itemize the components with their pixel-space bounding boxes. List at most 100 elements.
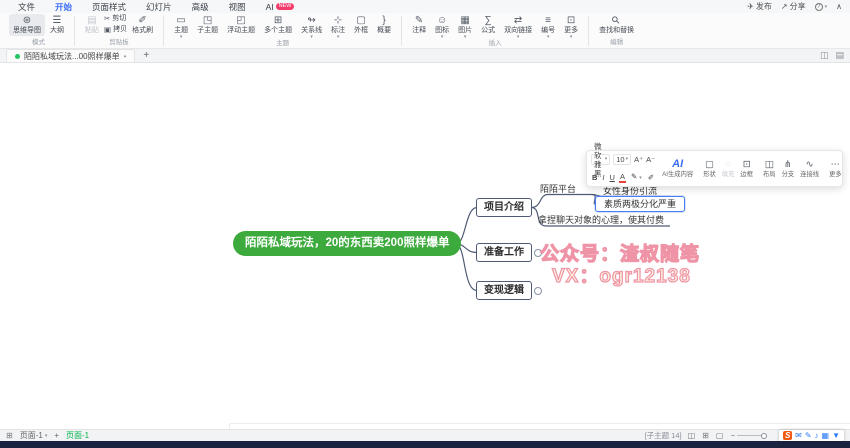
zoom-out-icon: − bbox=[730, 431, 735, 440]
ime-more-icon[interactable]: ▼ bbox=[832, 431, 840, 441]
shape-button[interactable]: ▢形状 bbox=[700, 153, 719, 184]
fit-screen-button[interactable]: ▢ bbox=[716, 431, 724, 440]
multi-topic-label: 多个主题 bbox=[264, 27, 292, 35]
zoom-slider-track[interactable] bbox=[737, 435, 765, 436]
multi-topic-button[interactable]: ⊞多个主题 bbox=[260, 14, 296, 36]
summary-button[interactable]: }概要 bbox=[373, 14, 395, 36]
caret-down-icon: ▾ bbox=[45, 433, 48, 439]
layout-button[interactable]: ◫布局 bbox=[760, 153, 779, 184]
add-page-button[interactable]: + bbox=[54, 431, 59, 440]
note-icon: ✎ bbox=[415, 15, 423, 27]
increase-font-button[interactable]: A⁺ bbox=[634, 155, 643, 164]
subtopic-psychology-pay[interactable]: 拿捏聊天对象的心理，使其付费 bbox=[538, 215, 664, 225]
page-list-button[interactable]: ⊞ bbox=[6, 431, 13, 440]
bold-button[interactable]: B bbox=[591, 173, 598, 182]
copy-button[interactable]: ▣拷贝 bbox=[104, 25, 127, 34]
relation-line-button[interactable]: ↬关系线▾ bbox=[297, 14, 326, 40]
font-size-value: 10 bbox=[616, 155, 624, 164]
caret-down-icon: ▾ bbox=[180, 35, 183, 39]
menu-file[interactable]: 文件 bbox=[8, 1, 45, 13]
connector-button[interactable]: ∿连接线 bbox=[797, 153, 822, 184]
ime-keyboard-icon[interactable]: ▦ bbox=[822, 431, 830, 441]
border-icon: ⊡ bbox=[743, 159, 751, 170]
grid-view-icon: ⊞ bbox=[702, 431, 709, 440]
page-menu[interactable]: 页面-1▾ bbox=[20, 430, 48, 441]
new-tab-button[interactable]: + bbox=[143, 50, 149, 61]
subtopic-quality-polarized-selected[interactable]: 素质两极分化严重 bbox=[595, 196, 685, 212]
more-format-button[interactable]: ⋯更多 bbox=[826, 153, 845, 184]
zoom-slider[interactable]: − bbox=[730, 431, 765, 440]
branch-node-monetization[interactable]: 变现逻辑 bbox=[476, 281, 532, 300]
outline-mode-button[interactable]: ☰大纲 bbox=[46, 14, 68, 36]
caret-down-icon: ▾ bbox=[310, 35, 313, 39]
subtopic-button[interactable]: ◳子主题 bbox=[193, 14, 222, 36]
collapse-badge[interactable] bbox=[534, 287, 542, 295]
highlight-pen-button[interactable]: ✎▾ bbox=[629, 172, 644, 183]
help-caret-icon: ▾ bbox=[825, 4, 828, 10]
page-tab-active[interactable]: 页面-1 bbox=[66, 430, 89, 441]
hyperlink-button[interactable]: ⇄双向链接▾ bbox=[500, 14, 536, 40]
underline-button[interactable]: U bbox=[609, 173, 616, 182]
ime-chat-icon[interactable]: ✉ bbox=[795, 431, 802, 441]
page-view-button[interactable]: ◫ bbox=[688, 431, 696, 440]
format-brush-button[interactable]: ✐ bbox=[647, 173, 655, 182]
image-button[interactable]: ▦图片▾ bbox=[454, 14, 476, 40]
menu-view[interactable]: 视图 bbox=[219, 1, 256, 13]
subtopic-female-identity[interactable]: 女性身份引流 bbox=[603, 186, 657, 196]
decrease-font-button[interactable]: A⁻ bbox=[646, 155, 655, 164]
ribbon-group-edit: ⚲查找和替换 编辑 bbox=[592, 14, 641, 48]
font-family-select[interactable]: 微软雅黑▾ bbox=[591, 154, 610, 165]
menu-advanced[interactable]: 高级 bbox=[182, 1, 219, 13]
app-window: 文件 开始 页面样式 幻灯片 高级 视图 AINEW ✈发布 ↗分享 ?▾ ∧ … bbox=[0, 0, 850, 448]
document-tab[interactable]: 陌陌私域玩法...00照样爆单 • bbox=[6, 49, 135, 62]
zoom-slider-knob[interactable] bbox=[761, 433, 767, 439]
panel-toggle-icon[interactable]: ▤ bbox=[835, 50, 844, 61]
insert-icon-button[interactable]: ☺图标▾ bbox=[431, 14, 453, 40]
formula-button[interactable]: ∑公式 bbox=[477, 14, 499, 36]
paste-button[interactable]: ▤粘贴 bbox=[81, 14, 103, 36]
copy-label: 拷贝 bbox=[113, 25, 127, 34]
fill-icon: ◌ bbox=[725, 159, 731, 170]
share-button[interactable]: ↗分享 bbox=[781, 1, 806, 12]
menu-ai[interactable]: AINEW bbox=[256, 2, 305, 12]
format-painter-button[interactable]: ✐格式刷 bbox=[128, 14, 157, 36]
font-size-select[interactable]: 10▾ bbox=[613, 154, 631, 165]
font-color-button[interactable]: A bbox=[619, 173, 626, 183]
menu-page-style[interactable]: 页面样式 bbox=[82, 1, 136, 13]
split-view-icon[interactable]: ◫ bbox=[820, 50, 829, 61]
page-menu-label: 页面-1 bbox=[20, 430, 43, 441]
cut-label: 剪切 bbox=[112, 14, 126, 23]
input-method-toolbar: S ✉ ✎ ♪ ▦ ▼ bbox=[779, 430, 844, 441]
numbering-button[interactable]: ≡编号▾ bbox=[537, 14, 559, 40]
grid-view-button[interactable]: ⊞ bbox=[702, 431, 709, 440]
subtopic-momo-platform[interactable]: 陌陌平台 bbox=[540, 184, 576, 194]
central-topic-node[interactable]: 陌陌私域玩法，20的东西卖200照样爆单 bbox=[233, 231, 461, 256]
mindmap-mode-button[interactable]: ⊛思维导图 bbox=[9, 14, 45, 36]
branch-node-preparation[interactable]: 准备工作 bbox=[476, 243, 532, 262]
help-button[interactable]: ?▾ bbox=[815, 3, 828, 11]
find-replace-button[interactable]: ⚲查找和替换 bbox=[595, 14, 638, 36]
mindmap-canvas[interactable]: 陌陌私域玩法，20的东西卖200照样爆单 项目介绍 准备工作 变现逻辑 陌陌平台… bbox=[0, 63, 850, 429]
image-icon: ▦ bbox=[460, 15, 469, 27]
floating-topic-button[interactable]: ◰浮动主题 bbox=[223, 14, 259, 36]
branch-node-project-intro[interactable]: 项目介绍 bbox=[476, 198, 532, 217]
italic-button[interactable]: I bbox=[601, 173, 605, 182]
branch-button[interactable]: ⋔分支 bbox=[779, 153, 798, 184]
note-label: 注释 bbox=[412, 27, 426, 35]
frame-button[interactable]: ▢外框 bbox=[350, 14, 372, 36]
more-insert-button[interactable]: ⊡更多▾ bbox=[560, 14, 582, 40]
menu-home[interactable]: 开始 bbox=[45, 1, 82, 13]
ime-voice-icon[interactable]: ♪ bbox=[815, 431, 819, 441]
ime-handwriting-icon[interactable]: ✎ bbox=[805, 431, 812, 441]
ai-generate-button[interactable]: AIAI生成内容 bbox=[659, 153, 696, 184]
fill-button[interactable]: ◌填充 bbox=[719, 153, 738, 184]
callout-button[interactable]: ⊹标注▾ bbox=[327, 14, 349, 40]
border-button[interactable]: ⊡边框 bbox=[737, 153, 756, 184]
menu-slides[interactable]: 幻灯片 bbox=[136, 1, 182, 13]
cut-button[interactable]: ✂剪切 bbox=[104, 14, 127, 23]
publish-button[interactable]: ✈发布 bbox=[747, 1, 772, 12]
sogou-logo-icon[interactable]: S bbox=[783, 431, 792, 440]
note-button[interactable]: ✎注释 bbox=[408, 14, 430, 36]
topic-button[interactable]: ▭主题▾ bbox=[170, 14, 192, 40]
collapse-ribbon-button[interactable]: ∧ bbox=[836, 2, 842, 11]
